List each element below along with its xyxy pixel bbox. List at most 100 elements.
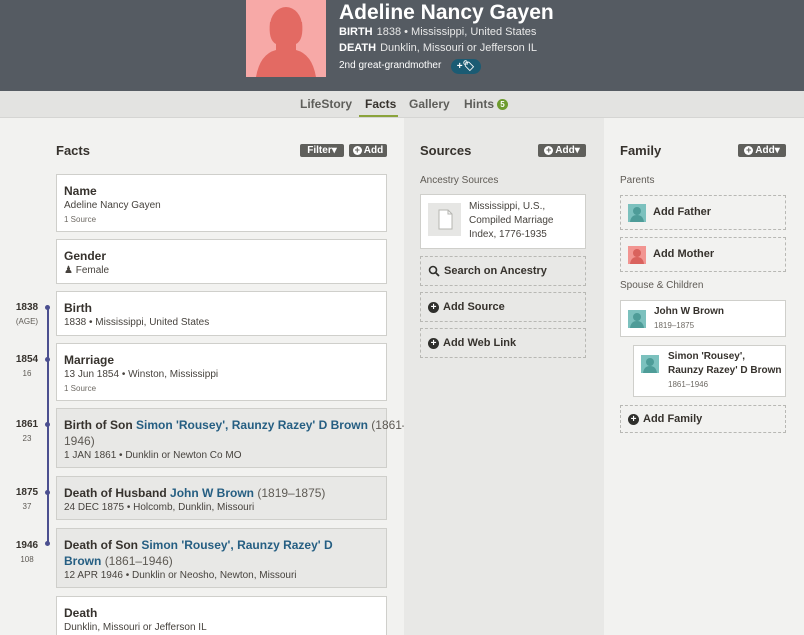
tab-gallery[interactable]: Gallery bbox=[409, 97, 450, 111]
fact-title: Birth bbox=[64, 301, 92, 315]
timeline-year: 1946 bbox=[15, 540, 39, 551]
fact-detail: ♟ Female bbox=[64, 265, 109, 276]
tab-lifestory[interactable]: LifeStory bbox=[300, 97, 352, 111]
tab-hints[interactable]: Hints 5 bbox=[464, 97, 508, 111]
search-action: Search on Ancestry bbox=[428, 265, 547, 277]
fact-source-count: 1 Source bbox=[64, 215, 97, 224]
gender-value: Female bbox=[75, 265, 110, 276]
child-name-line-2: Raunzy Razey' D Brown bbox=[668, 365, 782, 376]
add-fact-button[interactable]: + Add bbox=[349, 144, 387, 157]
add-father-label: Add Father bbox=[653, 206, 712, 218]
fact-title: Death of Husband John W Brown (1819–1875… bbox=[64, 486, 325, 500]
ancestry-sources-label: Ancestry Sources bbox=[420, 175, 499, 186]
plus-icon: + bbox=[744, 145, 754, 155]
person-header: Adeline Nancy Gayen BIRTH 1838 • Mississi… bbox=[0, 0, 804, 91]
tab-hints-label: Hints bbox=[464, 97, 494, 111]
timeline-year: 1838 bbox=[15, 302, 39, 313]
fact-card-death-of-son[interactable]: Death of Son Simon 'Rousey', Raunzy Raze… bbox=[56, 528, 387, 588]
relationship-label: 2nd great-grandmother bbox=[339, 60, 442, 71]
plus-circle-icon: + bbox=[428, 337, 439, 349]
fact-title: Death bbox=[64, 606, 98, 620]
related-person-link[interactable]: John W Brown bbox=[170, 486, 254, 500]
timeline-age: 108 bbox=[20, 555, 34, 564]
sources-title: Sources bbox=[420, 143, 472, 158]
add-source-button[interactable]: + Add Source bbox=[420, 292, 586, 322]
death-summary: DEATH Dunklin, Missouri or Jefferson IL bbox=[339, 42, 537, 54]
add-web-link-button[interactable]: + Add Web Link bbox=[420, 328, 586, 358]
child-name-line-1: Simon 'Rousey', bbox=[668, 351, 745, 362]
fact-card-death-of-husband[interactable]: Death of Husband John W Brown (1819–1875… bbox=[56, 476, 387, 520]
fact-title: Marriage bbox=[64, 353, 115, 367]
add-family-label: Add Family bbox=[643, 413, 703, 425]
fact-title-cont: Brown (1861–1946) bbox=[64, 554, 173, 568]
search-on-ancestry-button[interactable]: Search on Ancestry bbox=[420, 256, 586, 286]
fact-title-prefix: Birth of Son bbox=[64, 418, 133, 432]
add-family-button[interactable]: + Add Family bbox=[620, 405, 786, 433]
profile-avatar[interactable] bbox=[246, 0, 326, 77]
add-family-menu-label: Add▾ bbox=[755, 145, 780, 156]
fact-detail: Adeline Nancy Gayen bbox=[64, 200, 161, 211]
document-icon bbox=[428, 203, 461, 236]
related-person-link[interactable]: Simon 'Rousey', Raunzy Razey' D bbox=[141, 538, 332, 552]
add-source-menu-button[interactable]: + Add▾ bbox=[538, 144, 586, 157]
add-fact-label: Add bbox=[363, 145, 384, 156]
add-source-menu-label: Add▾ bbox=[555, 145, 580, 156]
tab-facts[interactable]: Facts bbox=[365, 97, 396, 111]
timeline-year: 1875 bbox=[15, 487, 39, 498]
fact-detail: 24 DEC 1875 • Holcomb, Dunklin, Missouri bbox=[64, 502, 255, 513]
fact-card-birth-of-son[interactable]: Birth of Son Simon 'Rousey', Raunzy Raze… bbox=[56, 408, 409, 468]
facts-title: Facts bbox=[56, 143, 90, 158]
related-person-dates: (1861–1946) bbox=[104, 554, 173, 568]
source-title-line-1: Mississippi, U.S., bbox=[469, 201, 546, 212]
add-web-link-label: Add Web Link bbox=[443, 337, 517, 349]
fact-card-name[interactable]: Name Adeline Nancy Gayen 1 Source bbox=[56, 174, 387, 232]
source-title-line-2: Compiled Marriage bbox=[469, 215, 554, 226]
filter-button[interactable]: Filter▾ bbox=[300, 144, 344, 157]
fact-card-gender[interactable]: Gender ♟ Female bbox=[56, 239, 387, 284]
fact-card-marriage[interactable]: Marriage 13 Jun 1854 • Winston, Mississi… bbox=[56, 343, 387, 401]
fact-title-prefix: Death of Husband bbox=[64, 486, 167, 500]
fact-title-prefix: Death of Son bbox=[64, 538, 138, 552]
female-avatar-icon bbox=[628, 246, 646, 264]
related-person-link[interactable]: Simon 'Rousey', Raunzy Razey' D Brown bbox=[136, 418, 368, 432]
timeline-year: 1854 bbox=[15, 354, 39, 365]
child-card[interactable]: Simon 'Rousey', Raunzy Razey' D Brown 18… bbox=[633, 345, 786, 397]
timeline-dot bbox=[45, 541, 50, 546]
related-person-dates: (1819–1875) bbox=[257, 486, 326, 500]
timeline-age: (AGE) bbox=[15, 317, 39, 326]
search-on-ancestry-label: Search on Ancestry bbox=[444, 265, 547, 277]
birth-label: BIRTH bbox=[339, 26, 373, 38]
timeline-dot bbox=[45, 305, 50, 310]
related-person-link-cont[interactable]: Brown bbox=[64, 554, 101, 568]
plus-circle-icon: + bbox=[428, 301, 439, 313]
female-silhouette-icon bbox=[256, 7, 316, 77]
fact-detail: 12 APR 1946 • Dunklin or Neosho, Newton,… bbox=[64, 570, 297, 581]
add-tag-button[interactable]: +🏷 bbox=[451, 59, 481, 74]
fact-source-count: 1 Source bbox=[64, 384, 97, 393]
add-family-menu-button[interactable]: + Add▾ bbox=[738, 144, 786, 157]
add-mother-button[interactable]: Add Mother bbox=[620, 237, 786, 272]
parents-label: Parents bbox=[620, 175, 655, 186]
hints-count-badge: 5 bbox=[497, 99, 508, 110]
death-label: DEATH bbox=[339, 42, 377, 54]
male-avatar-icon bbox=[628, 310, 646, 328]
fact-card-death[interactable]: Death Dunklin, Missouri or Jefferson IL bbox=[56, 596, 387, 635]
fact-detail: 1 JAN 1861 • Dunklin or Newton Co MO bbox=[64, 450, 242, 461]
add-source-action: + Add Source bbox=[428, 301, 505, 313]
profile-tabs: LifeStory Facts Gallery Hints 5 bbox=[0, 91, 804, 118]
timeline-year: 1861 bbox=[15, 419, 39, 430]
add-father-button[interactable]: Add Father bbox=[620, 195, 786, 230]
spouse-name: John W Brown bbox=[654, 306, 724, 317]
fact-detail: 1838 • Mississippi, United States bbox=[64, 317, 210, 328]
death-value: Dunklin, Missouri or Jefferson IL bbox=[380, 42, 537, 54]
fact-title: Birth of Son Simon 'Rousey', Raunzy Raze… bbox=[64, 418, 409, 432]
birth-value: 1838 • Mississippi, United States bbox=[376, 26, 537, 38]
add-mother-label: Add Mother bbox=[653, 248, 715, 260]
timeline-dot bbox=[45, 490, 50, 495]
source-card[interactable]: Mississippi, U.S., Compiled Marriage Ind… bbox=[420, 194, 586, 249]
fact-title: Death of Son Simon 'Rousey', Raunzy Raze… bbox=[64, 538, 333, 552]
spouse-dates: 1819–1875 bbox=[654, 321, 695, 330]
search-icon bbox=[428, 265, 440, 277]
spouse-card[interactable]: John W Brown 1819–1875 bbox=[620, 300, 786, 337]
fact-card-birth[interactable]: Birth 1838 • Mississippi, United States bbox=[56, 291, 387, 336]
